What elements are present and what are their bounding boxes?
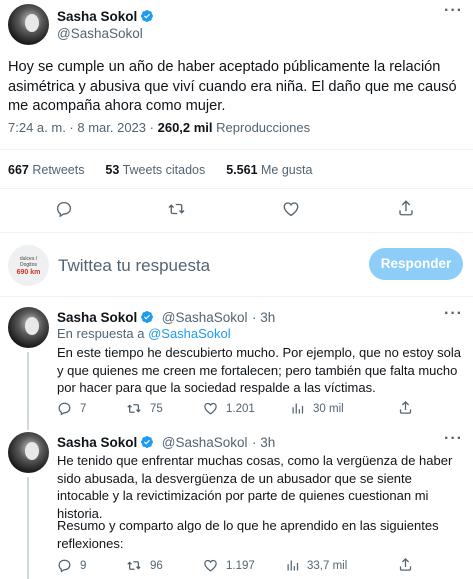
retweet-icon[interactable] bbox=[126, 558, 142, 573]
retweet-icon[interactable] bbox=[126, 401, 142, 416]
retweet-count: 75 bbox=[150, 403, 163, 415]
share-icon[interactable] bbox=[398, 557, 413, 572]
like-count: 1.197 bbox=[226, 560, 255, 572]
views-label: Reproducciones bbox=[216, 120, 311, 135]
likes-stat[interactable]: 5.561 Me gusta bbox=[226, 163, 312, 177]
reply-author-handle[interactable]: @SashaSokol bbox=[162, 435, 248, 450]
like-icon[interactable] bbox=[203, 558, 218, 573]
share-icon[interactable] bbox=[398, 400, 413, 415]
reply-text-continued: Resumo y comparto algo de lo que he apre… bbox=[57, 518, 439, 551]
more-options-icon[interactable]: ··· bbox=[444, 430, 463, 448]
retweet-icon[interactable] bbox=[167, 200, 186, 218]
author-handle[interactable]: @SashaSokol bbox=[57, 26, 143, 41]
like-count: 1.201 bbox=[226, 403, 255, 415]
author-name[interactable]: Sasha Sokol bbox=[57, 9, 137, 24]
reply-avatar[interactable] bbox=[8, 432, 49, 473]
reply-author-name[interactable]: Sasha Sokol bbox=[57, 310, 137, 325]
like-icon[interactable] bbox=[282, 200, 300, 218]
reply-to-line: En respuesta a @SashaSokol bbox=[57, 326, 231, 341]
verified-badge-icon bbox=[141, 436, 154, 448]
like-icon[interactable] bbox=[203, 401, 218, 416]
retweet-count: 96 bbox=[150, 560, 163, 572]
reply-icon[interactable] bbox=[57, 558, 72, 573]
tweet-timestamp[interactable]: 7:24 a. m. · 8 mar. 2023 bbox=[8, 120, 146, 135]
more-options-icon[interactable]: ··· bbox=[444, 2, 463, 20]
quotes-stat[interactable]: 53 Tweets citados bbox=[105, 163, 205, 177]
verified-badge-icon bbox=[141, 311, 154, 323]
more-options-icon[interactable]: ··· bbox=[444, 305, 463, 323]
tweet-meta: 7:24 a. m. · 8 mar. 2023 · 260,2 mil Rep… bbox=[8, 120, 311, 135]
verified-badge-icon bbox=[141, 10, 154, 22]
reply-timestamp[interactable]: · 3h bbox=[252, 435, 275, 450]
views-icon[interactable] bbox=[290, 401, 305, 416]
reply-icon[interactable] bbox=[57, 401, 72, 416]
reply-text: En este tiempo he descubierto mucho. Por… bbox=[57, 345, 461, 395]
retweets-stat[interactable]: 667 Retweets bbox=[8, 163, 84, 177]
reply-timestamp[interactable]: · 3h bbox=[252, 310, 275, 325]
reply-author-handle[interactable]: @SashaSokol bbox=[162, 310, 248, 325]
reply-compose-input[interactable]: Twittea tu respuesta bbox=[58, 256, 210, 276]
reply-author-name[interactable]: Sasha Sokol bbox=[57, 435, 137, 450]
views-icon[interactable] bbox=[285, 558, 300, 573]
stats-row: 667 Retweets 53 Tweets citados 5.561 Me … bbox=[8, 163, 312, 177]
views-count: 30 mil bbox=[313, 403, 344, 415]
views-count: 33,7 mil bbox=[307, 560, 348, 572]
reply-to-handle-link[interactable]: @SashaSokol bbox=[148, 326, 231, 341]
reply-button[interactable]: Responder bbox=[369, 248, 463, 280]
tweet-text: Hoy se cumple un año de haber aceptado p… bbox=[8, 59, 457, 114]
author-avatar[interactable] bbox=[8, 4, 49, 45]
reply-count: 9 bbox=[80, 560, 87, 572]
reply-avatar[interactable] bbox=[8, 307, 49, 348]
views-count: 260,2 mil bbox=[157, 120, 213, 135]
reply-count: 7 bbox=[80, 403, 87, 415]
composer-avatar: dulces / Dogitos 690 km bbox=[8, 245, 49, 286]
reply-icon[interactable] bbox=[55, 200, 73, 218]
reply-text: He tenido que enfrentar muchas cosas, co… bbox=[57, 453, 453, 521]
share-icon[interactable] bbox=[397, 199, 415, 217]
